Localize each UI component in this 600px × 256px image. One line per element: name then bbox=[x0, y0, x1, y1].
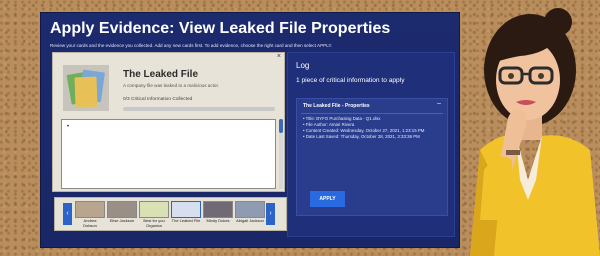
card-label: Andrea Dobson bbox=[83, 218, 97, 228]
card-thumbnail bbox=[107, 201, 137, 218]
critical-info-progress bbox=[123, 107, 275, 111]
evidence-card: × The Leaked File A company file was lea… bbox=[52, 52, 285, 192]
instructions-text: Review your cards and the evidence you c… bbox=[50, 43, 333, 48]
notes-bullet: • bbox=[67, 124, 70, 130]
apply-button[interactable]: APPLY bbox=[310, 191, 345, 207]
card-label: Mindy Dukes bbox=[206, 218, 230, 223]
card-thumbnail bbox=[171, 201, 201, 218]
notes-scroll-thumb[interactable] bbox=[279, 119, 283, 133]
carousel-next-button[interactable]: › bbox=[266, 203, 275, 225]
log-title: Log bbox=[296, 61, 310, 70]
card-carousel: ‹ Andrea Dobson Elise Jackson Best for yo… bbox=[54, 197, 287, 231]
card-thumbnail bbox=[203, 201, 233, 218]
card-label: Best for you Organics bbox=[143, 218, 165, 228]
close-icon[interactable]: × bbox=[277, 53, 281, 60]
leaked-file-image bbox=[63, 65, 109, 111]
carousel-card[interactable]: Mindy Dukes bbox=[203, 201, 233, 231]
properties-heading: The Leaked File - Properties bbox=[303, 103, 370, 109]
properties-box: The Leaked File - Properties – • Title: … bbox=[296, 98, 448, 216]
notes-scrollbar[interactable] bbox=[279, 119, 283, 189]
carousel-card[interactable]: Elise Jackson bbox=[107, 201, 137, 231]
card-description: A company file was leaked to a malicious… bbox=[123, 83, 220, 88]
divider bbox=[301, 113, 443, 114]
card-label: Abigail Jackson bbox=[236, 218, 264, 223]
log-info: 1 piece of critical information to apply bbox=[296, 77, 405, 84]
carousel-card[interactable]: Andrea Dobson bbox=[75, 201, 105, 231]
page-title: Apply Evidence: View Leaked File Propert… bbox=[50, 20, 391, 37]
collapse-icon[interactable]: – bbox=[437, 100, 441, 107]
card-thumbnail bbox=[235, 201, 265, 218]
list-item: • Date Last Saved: Thursday, October 28,… bbox=[303, 134, 420, 139]
log-panel: Log 1 piece of critical information to a… bbox=[287, 52, 455, 237]
carousel-card[interactable]: Best for you Organics bbox=[139, 201, 169, 231]
carousel-prev-button[interactable]: ‹ bbox=[63, 203, 72, 225]
detective-character-illustration bbox=[470, 8, 600, 256]
card-thumbnail bbox=[75, 201, 105, 218]
card-title: The Leaked File bbox=[123, 69, 199, 80]
properties-list: • Title: BYFO Purchasing Data - Q1.xlsx … bbox=[303, 116, 424, 140]
card-label: Elise Jackson bbox=[109, 218, 135, 223]
critical-info-count: 0/3 Critical Information Collected bbox=[123, 97, 193, 102]
card-thumbnail bbox=[139, 201, 169, 218]
carousel-card-selected[interactable]: The Leaked File bbox=[171, 201, 201, 231]
card-label: The Leaked File bbox=[171, 218, 201, 223]
evidence-notes-area[interactable]: • bbox=[61, 119, 276, 189]
carousel-card[interactable]: Abigail Jackson bbox=[235, 201, 265, 231]
